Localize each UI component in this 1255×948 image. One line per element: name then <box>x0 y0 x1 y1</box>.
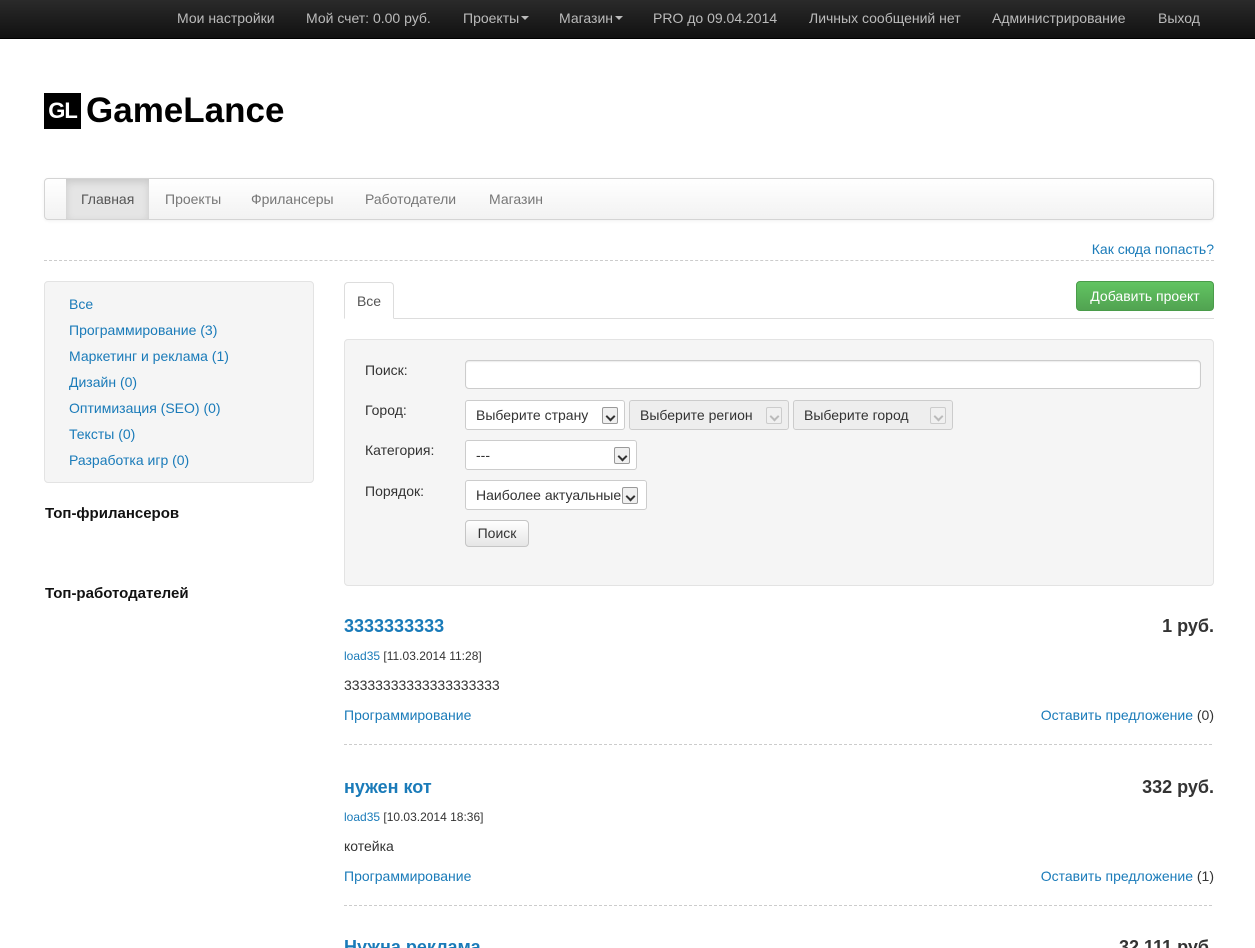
project-item: Нужна реклама 32 111 руб. <box>344 937 1214 948</box>
project-title[interactable]: нужен кот <box>344 777 432 798</box>
admin-link[interactable]: Администрирование <box>992 0 1126 39</box>
projects-dropdown[interactable]: Проекты <box>463 0 530 39</box>
shop-dropdown[interactable]: Магазин <box>559 0 624 39</box>
order-select-value: Наиболее актуальные <box>476 487 622 503</box>
divider <box>44 260 1214 261</box>
caret-down-icon <box>615 16 624 21</box>
divider <box>344 744 1212 745</box>
project-date: [11.03.2014 11:28] <box>383 649 482 663</box>
nav-shop[interactable]: Магазин <box>474 179 558 219</box>
chevron-down-icon <box>622 487 638 504</box>
my-settings-link[interactable]: Мои настройки <box>177 0 275 39</box>
chevron-down-icon <box>602 407 618 424</box>
project-offer: Оставить предложение (1) <box>1041 868 1214 884</box>
nav-home[interactable]: Главная <box>66 179 150 219</box>
chevron-down-icon <box>766 407 782 424</box>
region-select-value: Выберите регион <box>640 407 753 423</box>
project-meta: load35 [10.03.2014 18:36] <box>344 810 483 824</box>
category-programming[interactable]: Программирование (3) <box>69 322 217 338</box>
city-select-value: Выберите город <box>804 407 909 423</box>
messages-link[interactable]: Личных сообщений нет <box>809 0 961 39</box>
offer-count: (0) <box>1196 707 1214 723</box>
project-item: нужен кот 332 руб. load35 [10.03.2014 18… <box>344 777 1214 917</box>
region-select[interactable]: Выберите регион <box>629 400 789 430</box>
project-author-link[interactable]: load35 <box>344 649 380 663</box>
leave-offer-link[interactable]: Оставить предложение <box>1041 868 1193 884</box>
logout-link[interactable]: Выход <box>1158 0 1200 39</box>
project-date: [10.03.2014 18:36] <box>383 810 484 824</box>
nav-projects[interactable]: Проекты <box>150 179 236 219</box>
pro-status-link[interactable]: PRO до 09.04.2014 <box>653 0 777 39</box>
account-balance-link[interactable]: Мой счет: 0.00 руб. <box>306 0 431 39</box>
project-price: 32 111 руб. <box>1119 937 1214 948</box>
category-marketing[interactable]: Маркетинг и реклама (1) <box>69 348 229 364</box>
country-select[interactable]: Выберите страну <box>465 400 625 430</box>
main-navbar: Главная Проекты Фрилансеры Работодатели … <box>44 178 1214 220</box>
order-select[interactable]: Наиболее актуальные <box>465 480 647 510</box>
category-all[interactable]: Все <box>69 296 93 312</box>
chevron-down-icon <box>614 447 630 464</box>
project-title[interactable]: Нужна реклама <box>344 937 481 948</box>
category-select[interactable]: --- <box>465 440 637 470</box>
search-filter-form: Поиск: Город: Выберите страну Выберите р… <box>344 339 1214 586</box>
add-project-button[interactable]: Добавить проект <box>1076 281 1214 311</box>
top-employers-heading: Топ-работодателей <box>45 585 189 602</box>
nav-freelancers[interactable]: Фрилансеры <box>236 179 349 219</box>
project-price: 1 руб. <box>1162 616 1214 636</box>
search-input[interactable] <box>465 360 1201 389</box>
tab-all[interactable]: Все <box>344 282 394 319</box>
category-list: Все Программирование (3) Маркетинг и рек… <box>44 281 314 483</box>
search-label: Поиск: <box>365 362 408 378</box>
project-offer: Оставить предложение (0) <box>1041 707 1214 723</box>
category-label: Категория: <box>365 442 435 458</box>
top-freelancers-heading: Топ-фрилансеров <box>45 505 180 522</box>
project-meta: load35 [11.03.2014 11:28] <box>344 649 482 663</box>
offer-count: (1) <box>1196 868 1214 884</box>
city-select[interactable]: Выберите город <box>793 400 953 430</box>
project-description: 33333333333333333333 <box>344 677 500 693</box>
project-category-link[interactable]: Программирование <box>344 868 471 884</box>
order-label: Порядок: <box>365 483 425 499</box>
logo-badge: GL <box>44 93 81 129</box>
category-design[interactable]: Дизайн (0) <box>69 374 137 390</box>
category-select-value: --- <box>476 447 490 463</box>
category-seo[interactable]: Оптимизация (SEO) (0) <box>69 400 221 416</box>
city-label: Город: <box>365 402 407 418</box>
project-description: котейка <box>344 838 394 854</box>
country-select-value: Выберите страну <box>476 407 589 423</box>
nav-employers[interactable]: Работодатели <box>350 179 471 219</box>
search-button[interactable]: Поиск <box>465 520 529 547</box>
project-author-link[interactable]: load35 <box>344 810 380 824</box>
project-price: 332 руб. <box>1142 777 1214 797</box>
category-texts[interactable]: Тексты (0) <box>69 426 135 442</box>
tabs-divider <box>344 318 1214 319</box>
shop-dropdown-label: Магазин <box>559 10 614 26</box>
category-gamedev[interactable]: Разработка игр (0) <box>69 452 189 468</box>
caret-down-icon <box>521 16 530 21</box>
how-to-get-here-link[interactable]: Как сюда попасть? <box>1092 241 1214 257</box>
chevron-down-icon <box>930 407 946 424</box>
top-navbar: Мои настройки Мой счет: 0.00 руб. Проект… <box>0 0 1255 39</box>
project-category-link[interactable]: Программирование <box>344 707 471 723</box>
project-title[interactable]: 3333333333 <box>344 616 444 637</box>
projects-dropdown-label: Проекты <box>463 10 520 26</box>
leave-offer-link[interactable]: Оставить предложение <box>1041 707 1193 723</box>
project-item: 3333333333 1 руб. load35 [11.03.2014 11:… <box>344 616 1214 756</box>
logo-name: GameLance <box>86 91 285 130</box>
divider <box>344 905 1212 906</box>
